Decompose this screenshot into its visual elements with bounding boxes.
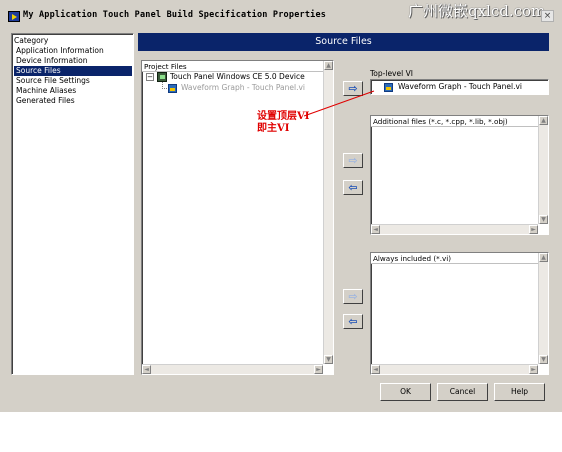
top-level-vi-label: Top-level VI: [370, 69, 413, 78]
scroll-right-button[interactable]: ►: [529, 365, 538, 374]
annotation-line-2: 即主VI: [257, 123, 290, 134]
remove-additional-file-button[interactable]: ⇦: [343, 180, 363, 195]
horizontal-scrollbar[interactable]: ◄ ►: [371, 224, 538, 234]
title-bar[interactable]: My Application Touch Panel Build Specifi…: [0, 0, 562, 28]
category-item-machine-aliases[interactable]: Machine Aliases: [14, 86, 132, 96]
horizontal-scrollbar[interactable]: ◄ ►: [371, 364, 538, 374]
horizontal-scrollbar[interactable]: ◄ ►: [142, 364, 323, 374]
additional-files-header: Additional files (*.c, *.cpp, *.lib, *.o…: [371, 116, 538, 127]
ok-button[interactable]: OK: [380, 383, 431, 401]
always-included-list: Always included (*.vi) ▲ ▼ ◄ ►: [370, 252, 549, 375]
scroll-right-button[interactable]: ►: [529, 225, 538, 234]
vertical-scrollbar[interactable]: ▲ ▼: [538, 116, 548, 224]
close-button[interactable]: ×: [541, 10, 554, 22]
properties-dialog: My Application Touch Panel Build Specifi…: [0, 0, 562, 412]
scroll-up-button[interactable]: ▲: [324, 61, 333, 70]
tree-item-target[interactable]: Touch Panel Windows CE 5.0 Device: [170, 72, 305, 82]
scroll-left-button[interactable]: ◄: [142, 365, 151, 374]
category-item-source-files[interactable]: Source Files: [14, 66, 132, 76]
touch-panel-target-icon: [157, 72, 167, 82]
scroll-right-button[interactable]: ►: [314, 365, 323, 374]
top-level-vi-field[interactable]: Waveform Graph - Touch Panel.vi: [370, 79, 549, 95]
collapse-toggle[interactable]: −: [146, 73, 154, 81]
scroll-left-button[interactable]: ◄: [371, 365, 380, 374]
annotation-line-1: 设置顶层VI: [257, 111, 310, 122]
help-button[interactable]: Help: [494, 383, 545, 401]
tree-item-vi[interactable]: Waveform Graph - Touch Panel.vi: [181, 83, 305, 93]
labview-app-icon: [8, 11, 20, 22]
tree-connector: [162, 88, 167, 89]
category-header: Category: [14, 36, 49, 45]
scroll-down-button[interactable]: ▼: [539, 215, 548, 224]
always-included-header: Always included (*.vi): [371, 253, 538, 264]
top-level-vi-value: Waveform Graph - Touch Panel.vi: [398, 82, 522, 91]
remove-always-included-button[interactable]: ⇦: [343, 314, 363, 329]
vi-icon: [168, 84, 177, 93]
scroll-left-button[interactable]: ◄: [371, 225, 380, 234]
vertical-scrollbar[interactable]: ▲ ▼: [538, 253, 548, 364]
add-additional-file-button[interactable]: ⇨: [343, 153, 363, 168]
page-title: Source Files: [138, 33, 549, 51]
scroll-up-button[interactable]: ▲: [539, 253, 548, 262]
scroll-down-button[interactable]: ▼: [539, 355, 548, 364]
category-list: Category Application Information Device …: [11, 33, 134, 375]
scroll-up-button[interactable]: ▲: [539, 116, 548, 125]
category-item-source-file-settings[interactable]: Source File Settings: [14, 76, 132, 86]
category-item-application-information[interactable]: Application Information: [14, 46, 132, 56]
vi-icon: [384, 83, 393, 92]
category-item-device-information[interactable]: Device Information: [14, 56, 132, 66]
annotation-text: 设置顶层VI 即主VI: [257, 111, 309, 135]
watermark: 广州微嵌qxlcd.com: [408, 2, 546, 20]
scroll-down-button[interactable]: ▼: [324, 355, 333, 364]
category-item-generated-files[interactable]: Generated Files: [14, 96, 132, 106]
add-always-included-button[interactable]: ⇨: [343, 289, 363, 304]
annotation-arrow: [303, 90, 375, 117]
project-files-header: Project Files: [142, 61, 324, 72]
cancel-button[interactable]: Cancel: [437, 383, 488, 401]
additional-files-list: Additional files (*.c, *.cpp, *.lib, *.o…: [370, 115, 549, 235]
window-title: My Application Touch Panel Build Specifi…: [23, 10, 327, 20]
